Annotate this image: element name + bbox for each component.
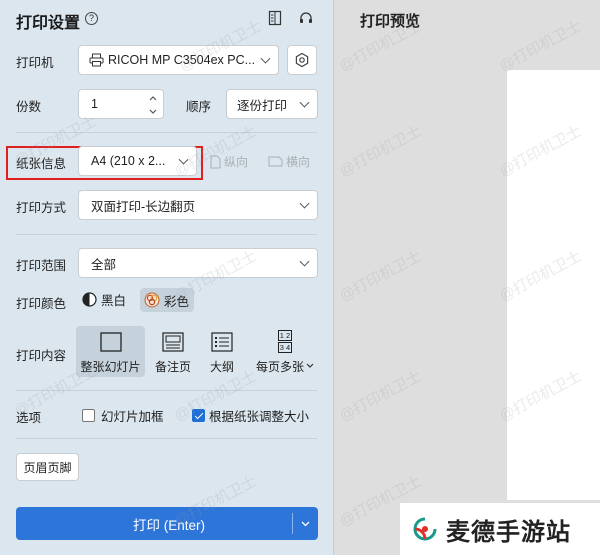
- mode-label: 打印方式: [16, 201, 67, 215]
- layout-icon[interactable]: [264, 7, 286, 29]
- range-select[interactable]: 全部: [78, 248, 318, 278]
- notes-page-icon: [162, 331, 184, 352]
- chevron-down-icon: [260, 53, 271, 64]
- content-notes-page[interactable]: 备注页: [150, 326, 196, 377]
- mode-value: 双面打印-长边翻页: [91, 199, 196, 214]
- fit-paper-label: 根据纸张调整大小: [209, 410, 310, 424]
- order-label: 顺序: [186, 100, 212, 114]
- multi-page-glyph: 3 4: [277, 342, 293, 353]
- frame-slides-label: 幻灯片加框: [101, 410, 164, 424]
- frame-slides-checkbox[interactable]: [82, 409, 95, 422]
- chevron-down-icon: [178, 154, 189, 165]
- stepper-arrows-icon[interactable]: [149, 94, 157, 116]
- printer-select[interactable]: RICOH MP C3504ex PC...: [78, 45, 279, 75]
- chevron-down-icon: [301, 521, 310, 526]
- content-item-label: 整张幻灯片: [80, 359, 141, 374]
- copies-value: 1: [91, 97, 98, 111]
- paper-label: 纸张信息: [16, 157, 67, 171]
- content-item-label: 备注页: [154, 359, 191, 374]
- range-value: 全部: [91, 257, 117, 272]
- color-label: 打印颜色: [16, 297, 67, 311]
- landscape-option[interactable]: 横向: [268, 153, 310, 170]
- fit-paper-option[interactable]: 根据纸张调整大小: [192, 406, 309, 425]
- hexagon-settings-icon: [295, 52, 309, 68]
- content-multi-per-page[interactable]: 1 2 3 4 每页多张: [250, 326, 320, 377]
- section-divider: [16, 390, 317, 391]
- printer-settings-button[interactable]: [287, 45, 317, 75]
- brand-logo-icon: [413, 517, 437, 541]
- printer-icon: [89, 53, 104, 67]
- copies-label: 份数: [16, 100, 42, 114]
- landscape-page-icon: [268, 156, 283, 167]
- preview-title: 打印预览: [360, 13, 421, 30]
- full-slide-icon: [99, 331, 122, 352]
- color-palette-icon: [144, 292, 160, 308]
- preview-page: [507, 70, 600, 500]
- content-outline[interactable]: 大纲: [202, 326, 242, 377]
- portrait-label: 纵向: [224, 155, 249, 169]
- content-item-label: 每页多张: [255, 359, 304, 374]
- headset-icon[interactable]: [295, 7, 317, 29]
- outline-icon: [211, 331, 233, 352]
- fit-paper-checkbox[interactable]: [192, 409, 205, 422]
- content-full-slide[interactable]: 整张幻灯片: [76, 326, 145, 377]
- settings-title: 打印设置: [16, 15, 81, 32]
- print-options-dropdown[interactable]: [293, 521, 318, 527]
- color-option[interactable]: 彩色: [140, 288, 194, 312]
- print-button-label: 打印 (Enter): [132, 517, 205, 533]
- chevron-down-icon: [299, 256, 310, 267]
- header-footer-button[interactable]: 页眉页脚: [16, 453, 79, 481]
- printer-value: RICOH MP C3504ex PC...: [108, 53, 256, 67]
- help-icon[interactable]: ?: [85, 12, 98, 25]
- order-select[interactable]: 逐份打印: [226, 89, 318, 119]
- options-label: 选项: [16, 411, 42, 425]
- section-divider: [16, 234, 317, 235]
- landscape-label: 横向: [286, 155, 311, 169]
- portrait-page-icon: [210, 155, 221, 168]
- content-item-label: 大纲: [209, 359, 234, 374]
- bw-label: 黑白: [101, 294, 127, 308]
- mode-select[interactable]: 双面打印-长边翻页: [78, 190, 318, 220]
- copies-stepper[interactable]: 1: [78, 89, 164, 119]
- paper-select[interactable]: A4 (210 x 2...: [78, 146, 197, 176]
- paper-value: A4 (210 x 2...: [91, 154, 166, 168]
- bw-option[interactable]: 黑白: [82, 290, 126, 309]
- portrait-option[interactable]: 纵向: [210, 153, 248, 170]
- brand-text: 麦德手游站: [446, 518, 571, 546]
- multi-page-glyph: 1 2: [277, 330, 293, 341]
- range-label: 打印范围: [16, 259, 67, 273]
- section-divider: [16, 132, 317, 133]
- section-divider: [16, 438, 317, 439]
- order-value: 逐份打印: [237, 98, 288, 113]
- frame-slides-option[interactable]: 幻灯片加框: [82, 406, 164, 425]
- color-label-text: 彩色: [164, 294, 190, 309]
- brand-badge: 麦德手游站: [400, 503, 600, 555]
- half-circle-icon: [82, 292, 97, 307]
- chevron-down-icon: [299, 198, 310, 209]
- content-label: 打印内容: [16, 349, 67, 363]
- printer-label: 打印机: [16, 56, 54, 70]
- print-button[interactable]: 打印 (Enter): [16, 507, 318, 540]
- multi-page-icon: 1 2 3 4: [277, 329, 293, 355]
- chevron-down-icon: [306, 363, 314, 368]
- chevron-down-icon: [299, 97, 310, 108]
